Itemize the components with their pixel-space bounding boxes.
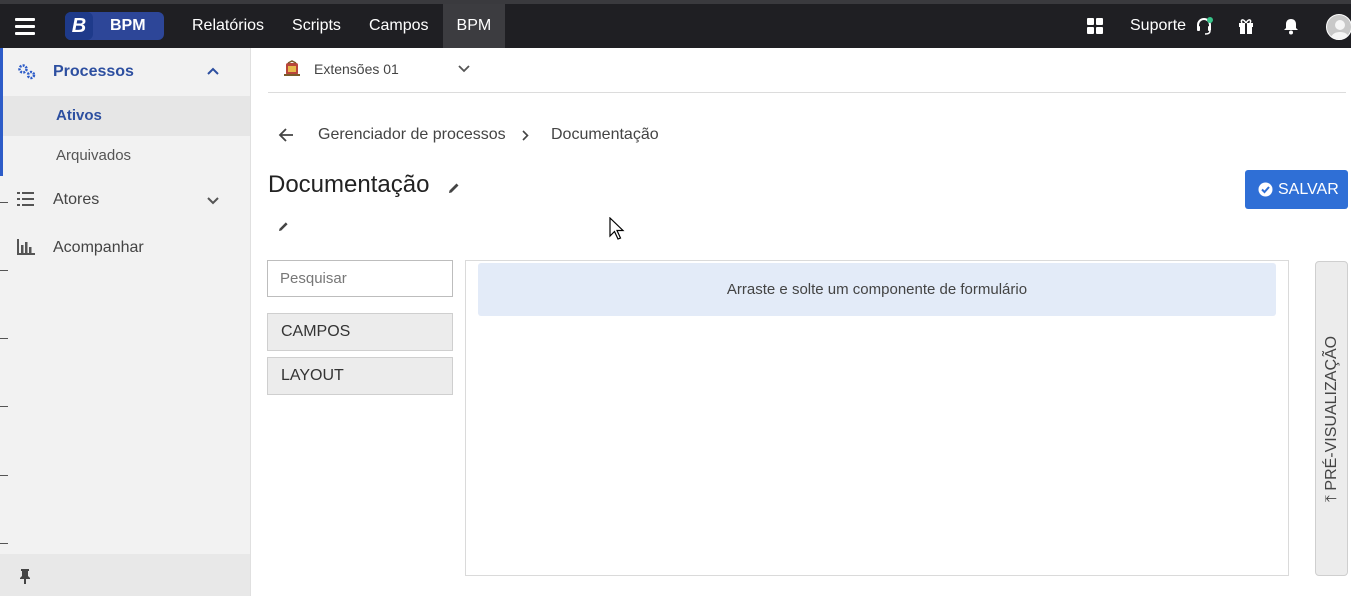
gift-icon[interactable] [1237, 17, 1255, 35]
avatar-silhouette-icon [1330, 20, 1350, 39]
sidebar-label-acompanhar: Acompanhar [53, 239, 144, 256]
breadcrumb-item-gerenciador[interactable]: Gerenciador de processos [318, 122, 506, 148]
sidebar-label-atores: Atores [53, 191, 100, 208]
component-group-campos[interactable]: CAMPOS [267, 313, 453, 351]
save-button-label: SALVAR [1278, 181, 1339, 198]
check-circle-icon [1258, 182, 1273, 197]
edge-tick [0, 202, 8, 203]
edit-pencil-icon[interactable] [277, 220, 290, 233]
bar-chart-icon [17, 239, 35, 255]
preview-label-text: PRÉ-VISUALIZAÇÃO [1322, 335, 1340, 491]
headset-icon[interactable] [1195, 17, 1213, 35]
suporte-link[interactable]: Suporte [1130, 4, 1186, 48]
sidebar-subitem-arquivados[interactable]: Arquivados [3, 136, 250, 176]
back-arrow-icon[interactable] [278, 127, 294, 143]
extension-selector[interactable]: Extensões 01 [268, 48, 1346, 93]
mouse-cursor-icon [609, 217, 625, 240]
sidebar-item-atores[interactable]: Atores [0, 176, 250, 224]
pin-icon[interactable] [18, 568, 32, 584]
sidebar-group-processos: Processos Ativos Arquivados [0, 48, 250, 176]
arrow-up-to-line-icon: ⤒ [1322, 494, 1340, 502]
gears-icon [18, 64, 36, 80]
component-group-layout[interactable]: LAYOUT [267, 357, 453, 395]
nav-relatorios[interactable]: Relatórios [178, 4, 278, 48]
edit-pencil-icon[interactable] [447, 181, 461, 195]
top-bar: B BPM Relatórios Scripts Campos BPM Supo… [0, 0, 1351, 48]
chevron-up-icon[interactable] [206, 66, 220, 76]
app-logo[interactable]: B BPM [65, 12, 164, 40]
logo-b-mark: B [65, 12, 93, 40]
form-builder-canvas[interactable]: Arraste e solte um componente de formulá… [465, 260, 1289, 576]
nav-bpm[interactable]: BPM [442, 4, 506, 48]
edge-tick [0, 406, 8, 407]
drop-zone[interactable]: Arraste e solte um componente de formulá… [478, 263, 1276, 316]
bell-icon[interactable] [1282, 17, 1300, 35]
sidebar: Processos Ativos Arquivados Atores Acomp… [0, 48, 251, 596]
chevron-down-icon[interactable] [458, 65, 470, 73]
chevron-right-icon [522, 130, 529, 141]
hamburger-menu-icon[interactable] [15, 18, 35, 35]
sidebar-item-acompanhar[interactable]: Acompanhar [0, 224, 250, 272]
coat-of-arms-icon [284, 60, 300, 76]
chevron-down-icon[interactable] [206, 196, 220, 206]
page-title: Documentação [268, 171, 430, 198]
nav-scripts[interactable]: Scripts [278, 4, 355, 48]
save-button[interactable]: SALVAR [1245, 170, 1348, 209]
selector-value: Extensões 01 [314, 61, 399, 77]
sidebar-footer [0, 554, 250, 596]
breadcrumb-item-documentacao: Documentação [551, 126, 659, 143]
apps-grid-icon[interactable] [1087, 18, 1103, 34]
sidebar-item-processos[interactable]: Processos [3, 48, 250, 96]
user-avatar[interactable] [1326, 14, 1351, 40]
nav-campos[interactable]: Campos [355, 4, 443, 48]
sidebar-label-processos: Processos [53, 63, 134, 80]
edge-tick [0, 543, 8, 544]
edge-tick [0, 475, 8, 476]
preview-tab[interactable]: ⤒ PRÉ-VISUALIZAÇÃO [1315, 261, 1348, 576]
preview-label: ⤒ PRÉ-VISUALIZAÇÃO [1323, 335, 1341, 501]
edge-tick [0, 270, 8, 271]
logo-text: BPM [110, 17, 146, 34]
list-icon [17, 192, 34, 206]
top-nav: Relatórios Scripts Campos BPM [178, 4, 506, 48]
edge-tick [0, 338, 8, 339]
component-search-input[interactable] [267, 260, 453, 297]
sidebar-subitem-ativos[interactable]: Ativos [3, 96, 250, 136]
